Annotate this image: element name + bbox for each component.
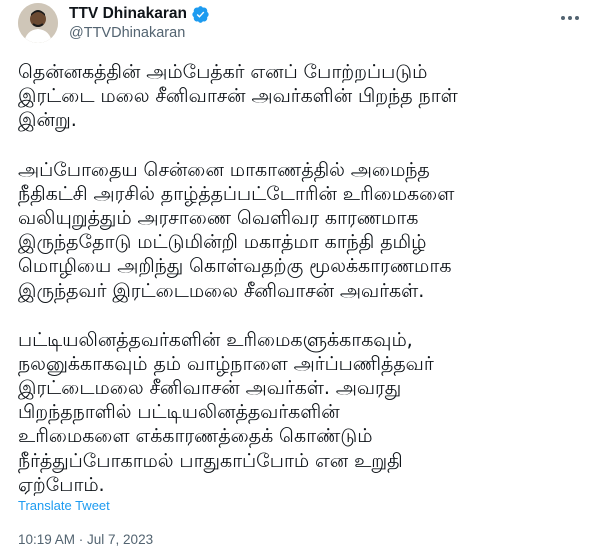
- tweet-line: நீதிகட்சி அரசில் தாழ்த்தப்பட்டோரின் உரிம…: [18, 181, 455, 205]
- author-name[interactable]: TTV Dhinakaran: [69, 5, 187, 23]
- author-handle[interactable]: @TTVDhinakaran: [69, 25, 185, 41]
- tweet-card: { "author": { "name": "TTV Dhinakaran", …: [0, 0, 599, 558]
- more-options-icon[interactable]: [559, 9, 581, 21]
- tweet-line: இன்று.: [18, 108, 77, 132]
- tweet-text: தென்னகத்தின் அம்பேத்கர் எனப் போற்றப்படும…: [18, 60, 583, 522]
- tweet-line: பட்டியலினத்தவர்களின் உரிமைகளுக்காகவும்,: [18, 327, 413, 351]
- author-name-row: TTV Dhinakaran: [69, 5, 209, 23]
- tweet-line: இருந்தவர் இரட்டைமலை சீனிவாசன் அவர்கள்.: [18, 278, 425, 302]
- tweet-line: வலியுறுத்தும் அரசாணை வெளிவர காரணமாக: [18, 205, 419, 229]
- tweet-line: இருந்ததோடு மட்டுமின்றி மகாத்மா காந்தி தம…: [18, 230, 427, 254]
- tweet-timestamp[interactable]: 10:19 AM · Jul 7, 2023: [18, 532, 153, 547]
- tweet-paragraph-1: தென்னகத்தின் அம்பேத்கர் எனப் போற்றப்படும…: [18, 60, 583, 133]
- avatar-image: [18, 3, 58, 43]
- tweet-line: இரட்டைமலை சீனிவாசன் அவர்கள். அவரது: [18, 376, 402, 400]
- tweet-header: TTV Dhinakaran @TTVDhinakaran: [18, 3, 583, 47]
- tweet-line: உரிமைகளை எக்காரணத்தைக் கொண்டும்: [18, 424, 373, 448]
- tweet-paragraph-2: அப்போதைய சென்னை மாகாணத்தில் அமைந்த நீதிக…: [18, 158, 583, 303]
- translate-tweet-link[interactable]: Translate Tweet: [18, 498, 110, 513]
- tweet-line: அப்போதைய சென்னை மாகாணத்தில் அமைந்த: [18, 157, 430, 181]
- tweet-line: நீர்த்துப்போகாமல் பாதுகாப்போம் என உறுதி: [18, 448, 403, 472]
- avatar[interactable]: [18, 3, 58, 43]
- tweet-line: பிறந்தநாளில் பட்டியலினத்தவர்களின்: [18, 400, 340, 424]
- verified-badge-icon: [192, 5, 209, 23]
- tweet-line: மொழியை அறிந்து கொள்வதற்கு மூலக்காரணமாக: [18, 254, 452, 278]
- tweet-line: இரட்டை மலை சீனிவாசன் அவர்களின் பிறந்த நா…: [18, 84, 458, 108]
- tweet-paragraph-3: பட்டியலினத்தவர்களின் உரிமைகளுக்காகவும், …: [18, 328, 583, 497]
- tweet-line: நலனுக்காகவும் தம் வாழ்நாளை அர்ப்பணித்தவர…: [18, 351, 434, 375]
- tweet-line: ஏற்போம்.: [18, 472, 105, 496]
- tweet-line: தென்னகத்தின் அம்பேத்கர் எனப் போற்றப்படும…: [18, 60, 428, 83]
